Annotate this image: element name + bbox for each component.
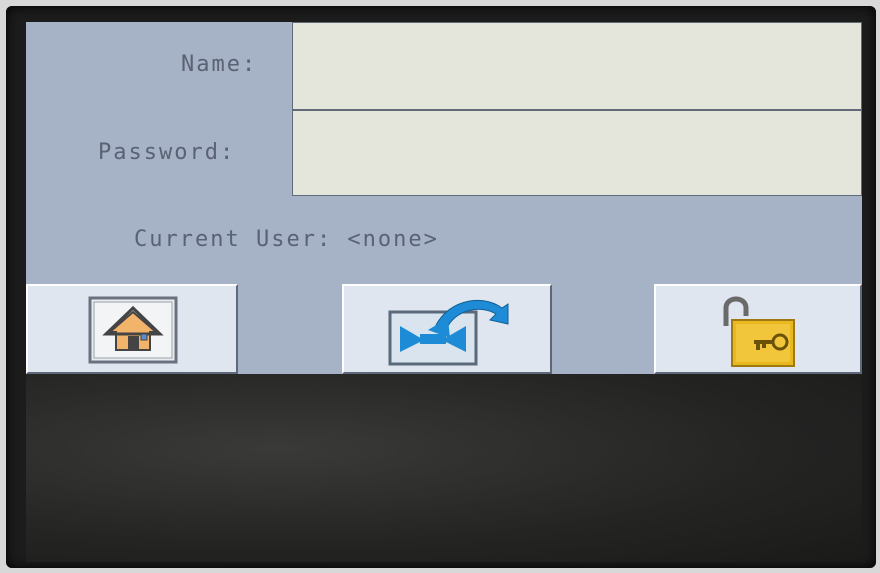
password-field[interactable] <box>292 110 862 196</box>
inactive-screen-area <box>26 374 862 562</box>
unlock-button[interactable] <box>654 284 862 374</box>
unlock-icon <box>723 296 795 367</box>
back-to-process-icon <box>388 299 509 366</box>
login-panel: Name: Password: Current User: <none> <box>26 22 862 374</box>
name-field[interactable] <box>292 22 862 110</box>
hmi-screen: Name: Password: Current User: <none> <box>26 22 862 562</box>
current-user-status: Current User: <none> <box>134 227 439 252</box>
back-to-process-button[interactable] <box>342 284 552 374</box>
password-label: Password: <box>98 140 236 165</box>
home-button[interactable] <box>26 284 238 374</box>
home-icon <box>88 296 178 364</box>
name-label: Name: <box>181 52 258 77</box>
